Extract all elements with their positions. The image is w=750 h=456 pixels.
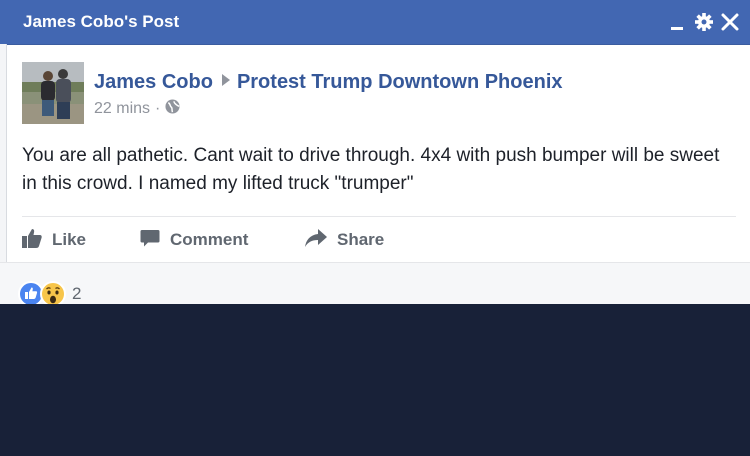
like-label: Like <box>52 230 87 249</box>
author-name[interactable]: James Cobo <box>94 71 213 93</box>
close-icon[interactable] <box>720 12 740 32</box>
comment-icon <box>140 228 170 253</box>
author-line: James Cobo Protest Trump Downtown Phoenix <box>94 68 563 94</box>
thumbs-up-icon <box>22 228 52 253</box>
gear-icon[interactable] <box>694 12 714 32</box>
reaction-summary[interactable]: 2 <box>18 281 81 304</box>
post-header: James Cobo Protest Trump Downtown Phoenix… <box>22 62 722 126</box>
wow-reaction-icon <box>40 281 66 304</box>
caret-right-icon <box>221 68 231 92</box>
window-titlebar: James Cobo's Post <box>0 0 750 45</box>
comment-label: Comment <box>170 230 249 249</box>
share-arrow-icon <box>305 228 337 253</box>
share-button[interactable]: Share <box>305 226 384 254</box>
globe-icon <box>165 99 180 119</box>
reactions-bar: 2 <box>0 262 750 304</box>
avatar[interactable] <box>22 62 84 124</box>
post-actions: Like Comment Share <box>22 226 722 254</box>
meta-separator: · <box>155 100 161 117</box>
group-name[interactable]: Protest Trump Downtown Phoenix <box>237 71 563 93</box>
reaction-count: 2 <box>72 284 82 303</box>
like-button[interactable]: Like <box>22 226 86 254</box>
window-controls <box>668 9 740 35</box>
post-timestamp[interactable]: 22 mins <box>94 100 150 118</box>
post-body: You are all pathetic. Cant wait to drive… <box>22 145 720 194</box>
window-title: James Cobo's Post <box>23 12 180 31</box>
minimize-icon[interactable] <box>668 12 688 32</box>
post-window: James Cobo's Post James Cobo Protest Tru… <box>0 0 750 304</box>
comment-button[interactable]: Comment <box>140 226 248 254</box>
divider <box>22 216 736 217</box>
post-meta: 22 mins · <box>94 99 180 119</box>
share-label: Share <box>337 230 385 249</box>
